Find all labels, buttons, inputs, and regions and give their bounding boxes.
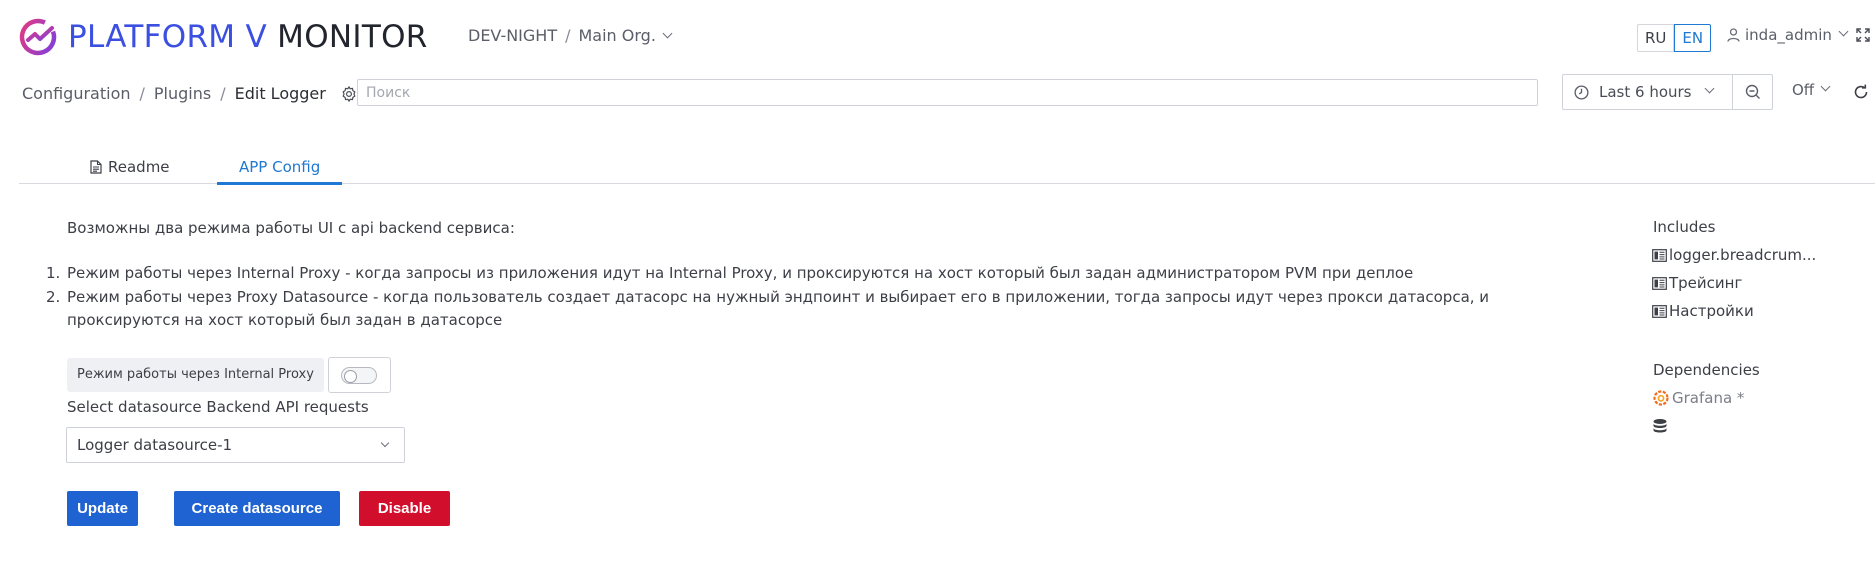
modes-list: 1. Режим работы через Internal Proxy - к… (46, 262, 1606, 333)
fullscreen-icon[interactable] (1856, 28, 1870, 42)
internal-proxy-label: Режим работы через Internal Proxy (67, 358, 324, 392)
user-icon (1727, 28, 1740, 42)
internal-proxy-toggle-container (327, 357, 391, 393)
time-range-button[interactable]: Last 6 hours (1563, 75, 1733, 109)
internal-proxy-field: Режим работы через Internal Proxy (67, 357, 391, 393)
page-title: Edit Logger (234, 84, 326, 103)
tab-app-config[interactable]: APP Config (217, 150, 343, 185)
tab-bar: Readme APP Config (19, 150, 1875, 185)
gear-icon[interactable] (340, 85, 358, 103)
includes-heading: Includes (1653, 218, 1716, 236)
logo-wordmark: PLATFORM V MONITOR (68, 19, 428, 55)
platform-logo[interactable]: PLATFORM V MONITOR (18, 17, 428, 57)
org-switcher[interactable]: DEV-NIGHT / Main Org. (468, 26, 673, 45)
username: inda_admin (1745, 26, 1832, 44)
environment-name: DEV-NIGHT (468, 26, 558, 45)
time-picker: Last 6 hours (1562, 74, 1773, 110)
list-item: 1. Режим работы через Internal Proxy - к… (46, 264, 1414, 282)
tab-readme[interactable]: Readme (90, 150, 170, 184)
tab-readme-label: Readme (108, 158, 170, 176)
chevron-down-icon (1704, 83, 1714, 93)
include-item-breadcrumbs[interactable]: logger.breadcrum... (1652, 246, 1816, 264)
search-input[interactable] (357, 79, 1538, 106)
platform-logo-icon (19, 18, 57, 56)
breadcrumb: Configuration / Plugins / Edit Logger (22, 84, 358, 103)
datasource-select[interactable]: Logger datasource-1 (66, 427, 405, 463)
include-item-settings[interactable]: Настройки (1652, 302, 1754, 320)
create-datasource-button[interactable]: Create datasource (174, 491, 340, 526)
dependency-grafana: Grafana * (1652, 389, 1744, 407)
refresh-icon[interactable] (1853, 84, 1869, 100)
refresh-interval-picker[interactable]: Off (1792, 81, 1831, 99)
chevron-down-icon (1820, 81, 1831, 91)
database-icon (1653, 419, 1667, 433)
chevron-down-icon (1838, 26, 1849, 36)
language-switcher: RU EN (1637, 24, 1712, 52)
dashboard-icon (1652, 276, 1667, 290)
dependency-database (1652, 418, 1670, 434)
organization-name: Main Org. (578, 26, 656, 45)
lang-ru-button[interactable]: RU (1637, 24, 1675, 52)
document-icon (90, 160, 102, 174)
clock-icon (1574, 84, 1589, 100)
datasource-label: Select datasource Backend API requests (67, 398, 369, 416)
zoom-out-icon (1745, 84, 1760, 99)
dashboard-icon (1652, 304, 1667, 318)
breadcrumb-plugins[interactable]: Plugins (154, 84, 211, 103)
dependencies-heading: Dependencies (1653, 361, 1760, 379)
user-menu[interactable]: inda_admin (1727, 26, 1849, 44)
zoom-out-button[interactable] (1733, 84, 1772, 100)
grafana-icon (1653, 390, 1669, 406)
update-button[interactable]: Update (67, 491, 138, 526)
lang-en-button[interactable]: EN (1674, 24, 1712, 52)
list-item: 2. Режим работы через Proxy Datasource -… (46, 287, 1490, 330)
chevron-down-icon (380, 438, 390, 448)
datasource-selected-value: Logger datasource-1 (77, 436, 233, 454)
internal-proxy-toggle[interactable] (341, 366, 378, 384)
chevron-down-icon (662, 28, 673, 39)
breadcrumb-configuration[interactable]: Configuration (22, 84, 131, 103)
refresh-interval-label: Off (1792, 81, 1815, 99)
intro-text: Возможны два режима работы UI с api back… (67, 219, 515, 237)
include-item-tracing[interactable]: Трейсинг (1652, 274, 1742, 292)
disable-button[interactable]: Disable (359, 491, 450, 526)
time-range-label: Last 6 hours (1599, 83, 1692, 101)
tab-app-config-label: APP Config (239, 158, 321, 176)
dashboard-icon (1652, 248, 1667, 262)
